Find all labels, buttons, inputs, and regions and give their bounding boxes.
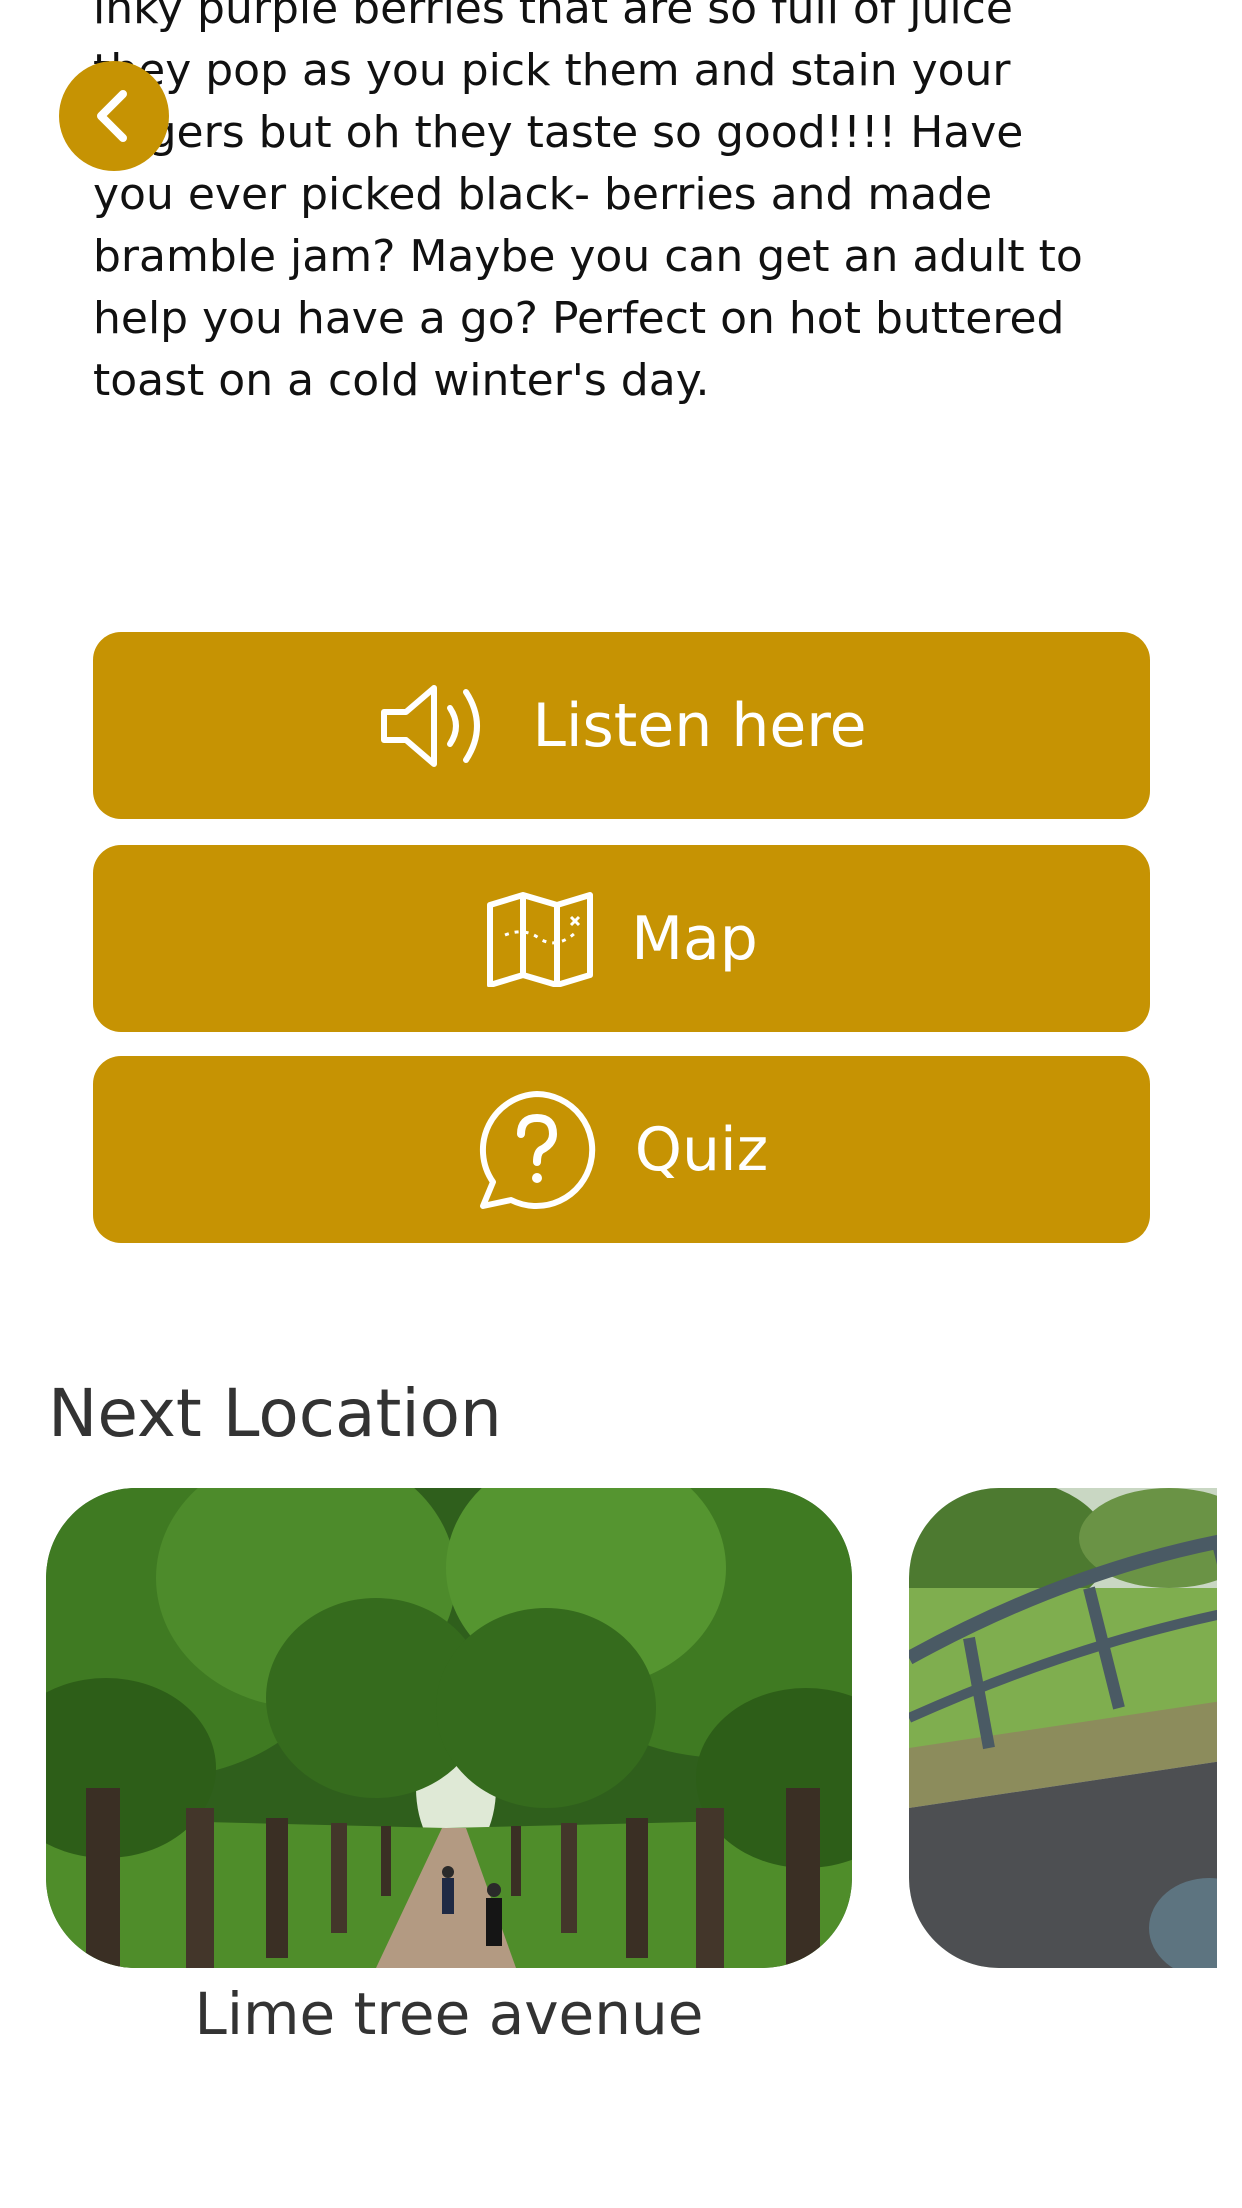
folded-map-icon <box>485 891 595 987</box>
next-location-heading: Next Location <box>48 1375 502 1452</box>
back-button[interactable] <box>59 61 169 171</box>
listen-here-button[interactable]: Listen here <box>93 632 1150 819</box>
quiz-label: Quiz <box>634 1114 769 1185</box>
chevron-left-icon <box>97 90 127 142</box>
map-label: Map <box>631 903 758 974</box>
quiz-button[interactable]: Quiz <box>93 1056 1150 1243</box>
location-card-caption: Lime tree avenue <box>194 1980 704 2048</box>
bridge-image <box>909 1488 1217 1968</box>
location-card-lime-tree-avenue[interactable]: Lime tree avenue <box>46 1488 852 2048</box>
map-button[interactable]: Map <box>93 845 1150 1032</box>
story-text: inky purple berries that are so full of … <box>93 0 1083 406</box>
speaker-icon <box>376 678 496 774</box>
listen-here-label: Listen here <box>532 690 867 761</box>
question-bubble-icon <box>475 1088 599 1212</box>
next-location-carousel[interactable]: Lime tree avenue <box>0 1488 1217 2108</box>
lime-tree-avenue-image <box>46 1488 852 1968</box>
location-card-next[interactable] <box>909 1488 1217 1980</box>
